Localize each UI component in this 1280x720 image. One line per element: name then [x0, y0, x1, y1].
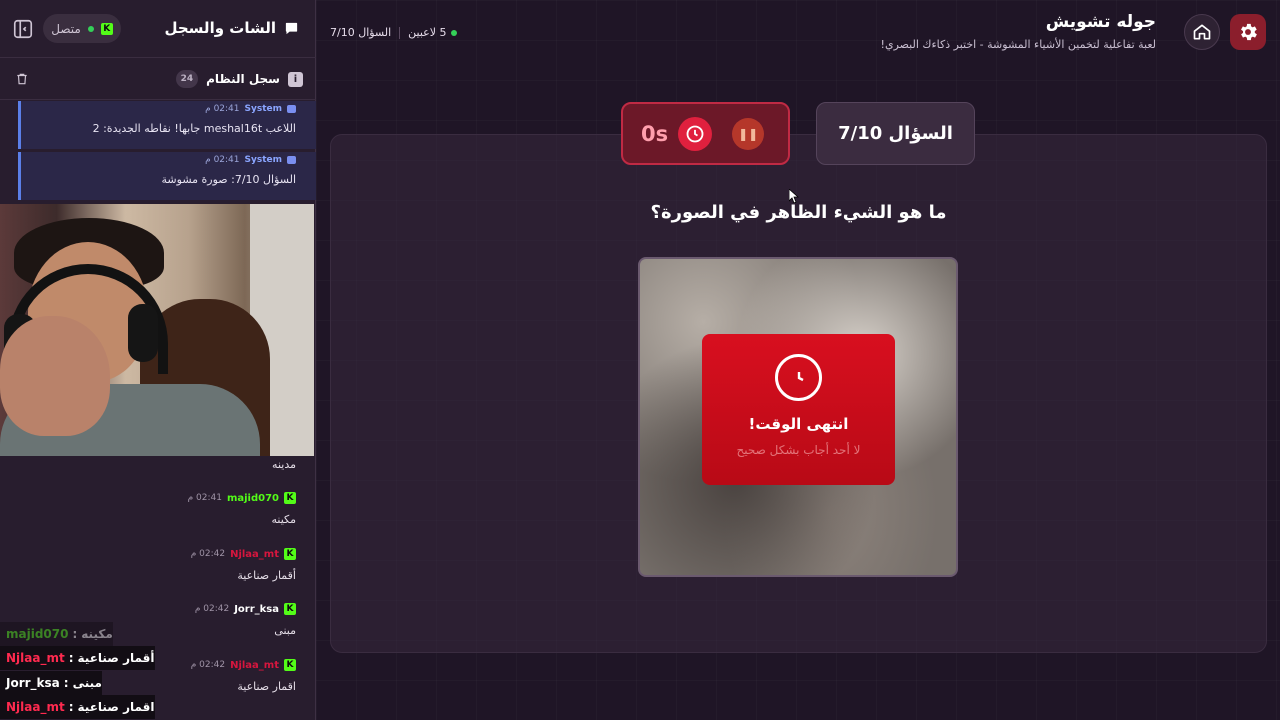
question-progress: السؤال 7/10 [330, 26, 392, 39]
divider [399, 26, 401, 39]
clock-icon [775, 354, 822, 401]
kick-icon: K [284, 492, 296, 504]
system-sender: System [244, 155, 283, 165]
chat-bubble-icon [285, 22, 298, 34]
system-message: System 02:41 م السؤال 7/10: صورة مشوشة [18, 152, 316, 200]
clock-icon [686, 125, 704, 142]
settings-button[interactable] [1230, 14, 1266, 50]
webcam-feed [0, 204, 314, 456]
count-badge: 24 [175, 70, 199, 88]
question-text: ما هو الشيء الظاهر في الصورة؟ [650, 202, 947, 223]
message-time: 02:41 م [205, 104, 240, 114]
chat-username[interactable]: majid070 [227, 493, 279, 504]
gear-icon [1241, 23, 1257, 41]
connection-status-label: متصل [51, 21, 81, 36]
overlay-message: مبنى [72, 676, 102, 690]
message-time: 02:42 م [190, 549, 226, 559]
overlay-chat-line: majid070 : مكينه [0, 622, 113, 646]
timer-box: ❚❚ 0s [621, 102, 790, 165]
system-log-title: i سجل النظام 24 [175, 70, 303, 88]
robot-icon [287, 156, 296, 164]
message-text: اللاعب meshal16t جابها! نقاطه الجديدة: 2 [92, 122, 296, 135]
kick-icon: K [100, 22, 113, 35]
robot-icon [287, 105, 296, 113]
chat-username[interactable]: Jorr_ksa [234, 604, 279, 615]
connection-status: K متصل [43, 14, 121, 43]
home-button[interactable] [1184, 14, 1220, 50]
overlay-message: مكينه [81, 627, 113, 641]
message-time: 02:42 م [194, 604, 230, 614]
app-title: جوله تشويش [1045, 12, 1156, 32]
sidebar-collapse-icon[interactable] [12, 18, 34, 40]
mouse-cursor-icon [789, 189, 799, 203]
message-time: 02:41 م [205, 155, 240, 165]
trash-icon[interactable] [15, 72, 29, 86]
overlay-chat-line: Jorr_ksa : مبنى [0, 671, 102, 695]
overlay-username: majid070 [6, 627, 69, 641]
pause-icon: ❚❚ [738, 126, 759, 141]
timer-clock [678, 116, 713, 151]
sidebar-title: الشات والسجل [164, 19, 299, 37]
online-dot-icon [450, 29, 457, 36]
players-count: 5 لاعبين [408, 26, 457, 39]
overlay-message: اقمار صناعية [77, 700, 155, 714]
header-status: السؤال 7/10 5 لاعبين [330, 26, 457, 39]
overlay-chat-line: Njlaa_mt : اقمار صناعية [0, 695, 155, 719]
timer-value: 0s [641, 121, 669, 146]
timeout-subtitle: لا أحد أجاب بشكل صحيح [736, 443, 861, 457]
overlay-chat-line: Njlaa_mt : أقمار صناعية [0, 646, 155, 670]
message-text: السؤال 7/10: صورة مشوشة [161, 173, 296, 186]
stream-overlay-chat: majid070 : مكينه Njlaa_mt : أقمار صناعية… [0, 622, 500, 720]
question-counter: السؤال 7/10 [816, 102, 975, 165]
system-sender: System [244, 104, 283, 114]
info-icon: i [288, 71, 303, 87]
overlay-message: أقمار صناعية [77, 651, 155, 665]
message-time: 02:41 م [187, 493, 222, 503]
overlay-username: Jorr_ksa [6, 676, 60, 690]
kick-icon: K [284, 603, 296, 615]
timeout-overlay: انتهى الوقت! لا أحد أجاب بشكل صحيح [702, 334, 895, 485]
message-text: أقمار صناعية [237, 569, 296, 582]
overlay-username: Njlaa_mt [6, 651, 65, 665]
kick-icon: K [284, 548, 296, 560]
overlay-username: Njlaa_mt [6, 700, 65, 714]
chat-username[interactable]: Njlaa_mt [230, 549, 279, 560]
message-text: مكينه [271, 513, 296, 526]
players-count-label: 5 لاعبين [408, 26, 447, 39]
system-log-label: سجل النظام [206, 72, 280, 86]
message-text: مدينه [272, 458, 296, 471]
pause-button[interactable]: ❚❚ [732, 117, 765, 150]
timeout-title: انتهى الوقت! [748, 415, 849, 433]
app-subtitle: لعبة تفاعلية لتخمين الأشياء المشوشة - اخ… [880, 38, 1156, 51]
online-dot-icon [87, 25, 94, 32]
app-header: جوله تشويش لعبة تفاعلية لتخمين الأشياء ا… [316, 0, 1280, 64]
system-message: System 02:41 م اللاعب meshal16t جابها! ن… [18, 101, 316, 149]
home-icon [1193, 24, 1211, 40]
sidebar-title-label: الشات والسجل [164, 19, 276, 37]
